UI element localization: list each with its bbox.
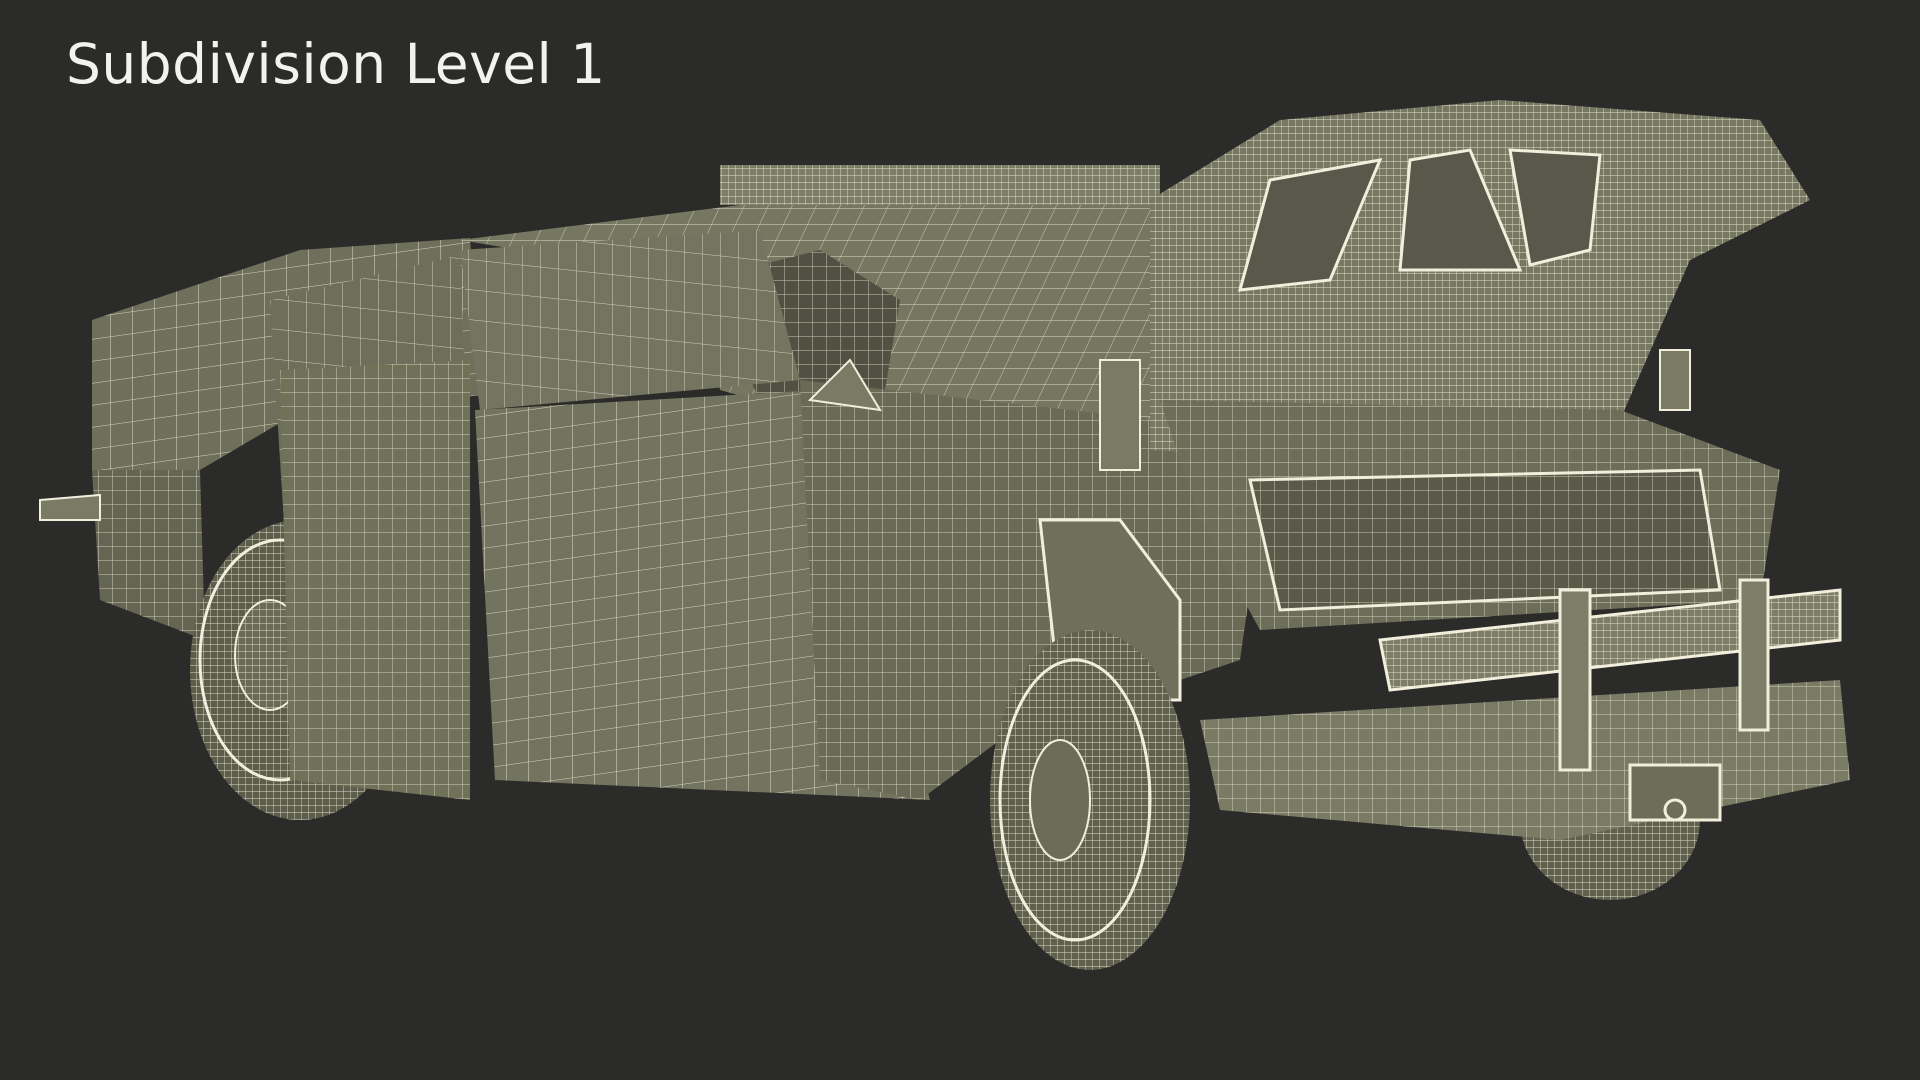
viewport: Subdivision Level 1 xyxy=(0,0,1920,1080)
cargo-area xyxy=(1160,400,1780,630)
front-wheel xyxy=(990,630,1190,970)
open-rear-door xyxy=(270,255,470,800)
wireframe-vehicle-render xyxy=(39,100,1850,970)
